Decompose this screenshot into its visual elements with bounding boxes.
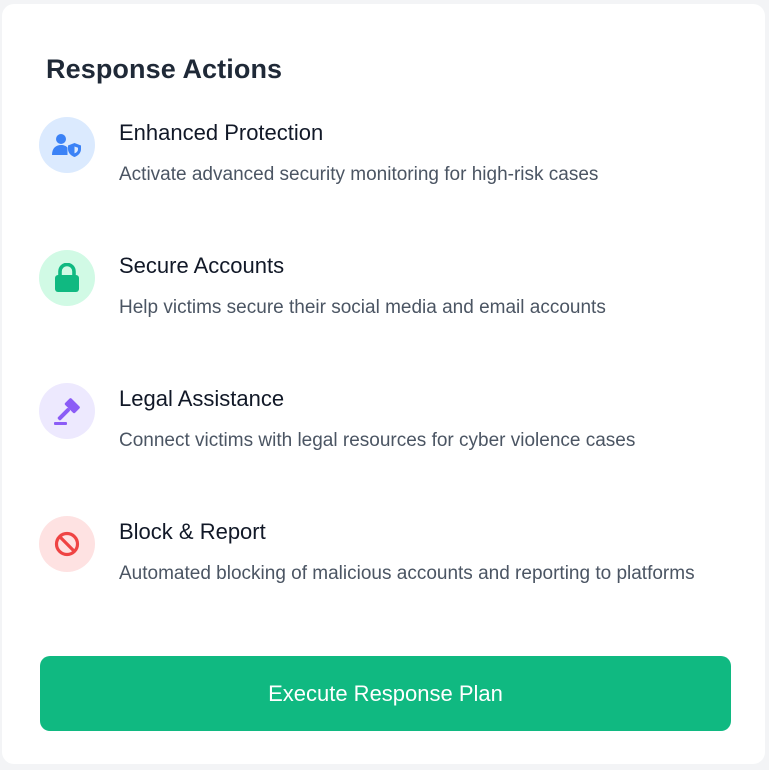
action-title: Block & Report (119, 519, 266, 544)
action-title: Enhanced Protection (119, 120, 324, 145)
execute-response-plan-button[interactable]: Execute Response Plan (40, 656, 731, 731)
gavel-icon (39, 383, 95, 439)
user-shield-icon (39, 117, 95, 173)
action-title: Legal Assistance (119, 386, 285, 411)
action-block-report[interactable]: Block & Report Automated blocking of mal… (39, 516, 695, 589)
action-title: Secure Accounts (119, 253, 285, 278)
panel-title: Response Actions (46, 54, 283, 84)
action-legal-assistance[interactable]: Legal Assistance Connect victims with le… (39, 383, 635, 456)
ban-icon (39, 516, 95, 572)
action-description: Automated blocking of malicious accounts… (119, 563, 695, 584)
lock-icon (39, 250, 95, 306)
action-description: Help victims secure their social media a… (119, 297, 606, 318)
action-description: Activate advanced security monitoring fo… (119, 164, 599, 185)
action-description: Connect victims with legal resources for… (119, 430, 636, 451)
action-enhanced-protection[interactable]: Enhanced Protection Activate advanced se… (39, 117, 598, 190)
action-secure-accounts[interactable]: Secure Accounts Help victims secure thei… (39, 250, 606, 323)
response-actions-card: Response Actions Enhanced Protection Act… (2, 4, 765, 764)
